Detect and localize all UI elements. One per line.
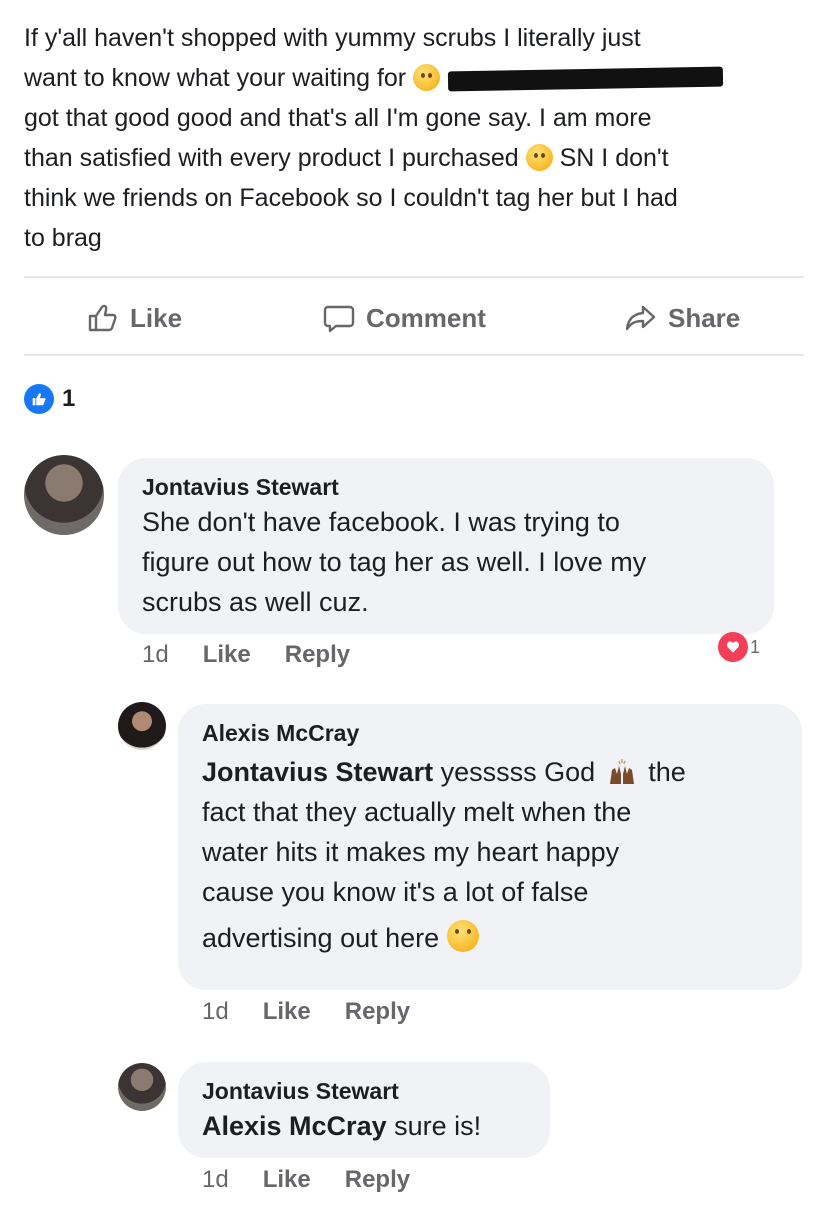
avatar[interactable] bbox=[118, 702, 166, 750]
comment-line: Jontavius Stewart yesssss God the bbox=[202, 752, 778, 792]
thumbs-up-icon bbox=[88, 304, 117, 332]
heart-badge-icon bbox=[718, 632, 748, 662]
post-line: want to know what your waiting for bbox=[24, 58, 804, 98]
like-button[interactable]: Like bbox=[86, 301, 182, 335]
comment-icon bbox=[323, 305, 355, 333]
comment-time[interactable]: 1d bbox=[142, 641, 169, 669]
divider bbox=[24, 354, 804, 356]
share-icon bbox=[625, 305, 656, 331]
raised-hands-icon bbox=[609, 759, 634, 784]
comment-button[interactable]: Comment bbox=[322, 301, 486, 335]
avatar[interactable] bbox=[118, 1063, 166, 1111]
comment-line: figure out how to tag her as well. I lov… bbox=[142, 547, 647, 577]
comment-meta: 1d Like Reply bbox=[142, 641, 350, 669]
comment-like-link[interactable]: Like bbox=[263, 998, 311, 1026]
comment-bubble: Jontavius Stewart Alexis McCray sure is! bbox=[178, 1062, 550, 1158]
comment-label: Comment bbox=[366, 302, 486, 333]
comment-line: scrubs as well cuz. bbox=[142, 587, 369, 617]
comment-line-text: sure is! bbox=[394, 1111, 482, 1141]
comment-bubble: Jontavius Stewart She don't have faceboo… bbox=[118, 458, 774, 634]
post-line: to brag bbox=[24, 224, 102, 252]
comment-reply-link[interactable]: Reply bbox=[345, 1166, 410, 1194]
comment-meta: 1d Like Reply bbox=[202, 998, 410, 1026]
comment-time[interactable]: 1d bbox=[202, 998, 229, 1026]
post-line: If y'all haven't shopped with yummy scru… bbox=[24, 24, 641, 52]
comment-line: Alexis McCray sure is! bbox=[202, 1106, 526, 1146]
comment-meta: 1d Like Reply bbox=[202, 1166, 410, 1194]
comment-time[interactable]: 1d bbox=[202, 1166, 229, 1194]
smile-emoji-icon bbox=[525, 144, 553, 171]
comment-bubble: Alexis McCray Jontavius Stewart yesssss … bbox=[178, 704, 802, 990]
comment-reply-link[interactable]: Reply bbox=[345, 998, 410, 1026]
post-line: than satisfied with every product I purc… bbox=[24, 138, 804, 178]
comment-line: fact that they actually melt when the bbox=[202, 797, 632, 827]
divider bbox=[24, 276, 804, 278]
comment-line: water hits it makes my heart happy bbox=[202, 837, 620, 867]
comment-line-text: the bbox=[648, 757, 686, 787]
comment-reaction[interactable]: 1 bbox=[718, 632, 760, 662]
share-button[interactable]: Share bbox=[624, 301, 740, 335]
post-actions: Like Comment Share bbox=[24, 296, 804, 340]
comment-author[interactable]: Jontavius Stewart bbox=[142, 472, 750, 502]
post-line-text: SN I don't bbox=[559, 144, 669, 172]
comment-line: advertising out here bbox=[202, 918, 778, 958]
like-badge-icon bbox=[24, 384, 54, 414]
comment-like-link[interactable]: Like bbox=[203, 641, 251, 669]
share-label: Share bbox=[668, 302, 741, 333]
reaction-count: 1 bbox=[62, 385, 76, 412]
avatar[interactable] bbox=[24, 455, 104, 535]
mention-link[interactable]: Jontavius Stewart bbox=[202, 757, 433, 787]
post-line: got that good good and that's all I'm go… bbox=[24, 104, 652, 132]
comment-line-text: advertising out here bbox=[202, 923, 440, 953]
post-body: If y'all haven't shopped with yummy scru… bbox=[24, 18, 804, 258]
redacted-mention bbox=[447, 66, 724, 92]
post-line: think we friends on Facebook so I couldn… bbox=[24, 184, 678, 212]
thinking-emoji-icon bbox=[413, 64, 441, 91]
comment-author[interactable]: Alexis McCray bbox=[202, 718, 778, 748]
comment-line-text: yesssss God bbox=[440, 757, 596, 787]
comment-line: cause you know it's a lot of false bbox=[202, 877, 589, 907]
mention-link[interactable]: Alexis McCray bbox=[202, 1111, 387, 1141]
comment-line: She don't have facebook. I was trying to bbox=[142, 507, 620, 537]
post-line-text: want to know what your waiting for bbox=[24, 64, 407, 92]
comment-reply-link[interactable]: Reply bbox=[285, 641, 350, 669]
comment-like-link[interactable]: Like bbox=[263, 1166, 311, 1194]
like-label: Like bbox=[130, 302, 183, 333]
comment-author[interactable]: Jontavius Stewart bbox=[202, 1076, 526, 1106]
reaction-summary[interactable]: 1 bbox=[24, 384, 75, 414]
heart-count: 1 bbox=[750, 636, 761, 657]
post-line-text: than satisfied with every product I purc… bbox=[24, 144, 519, 172]
unamused-emoji-icon bbox=[446, 920, 479, 952]
